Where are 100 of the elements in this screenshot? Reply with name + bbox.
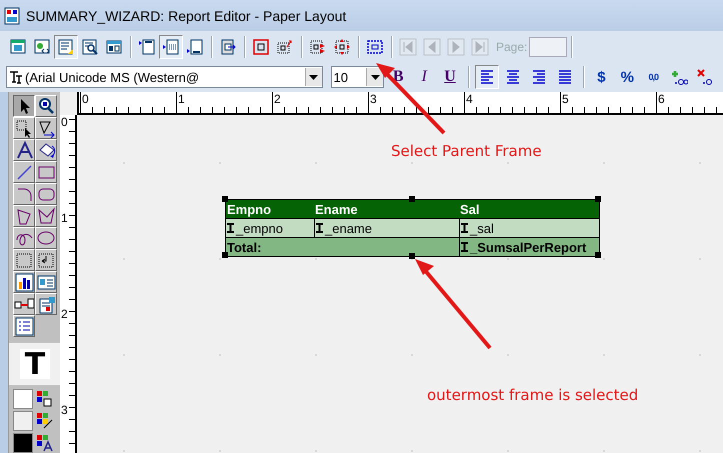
page-label: Page: bbox=[496, 40, 528, 54]
underline-button[interactable]: U bbox=[438, 65, 462, 89]
body-section-button[interactable] bbox=[159, 34, 183, 58]
pointer-tool[interactable] bbox=[13, 95, 35, 117]
dropdown-arrow-icon bbox=[309, 74, 318, 80]
column-heading[interactable]: Empno bbox=[226, 200, 314, 218]
selection-handle[interactable] bbox=[595, 196, 601, 202]
percent-button[interactable]: % bbox=[615, 65, 640, 89]
italic-button[interactable]: I bbox=[412, 65, 436, 89]
annotation-text: Select Parent Frame bbox=[391, 142, 542, 160]
data-field[interactable]: _empno bbox=[226, 219, 314, 237]
frame-select-icon bbox=[14, 118, 34, 138]
selection-handle[interactable] bbox=[222, 252, 228, 258]
text-sample: T bbox=[20, 349, 50, 379]
last-page-icon bbox=[471, 38, 489, 56]
font-icon bbox=[9, 70, 23, 84]
color-swatch[interactable] bbox=[13, 433, 33, 453]
field-name: _SumsalPerReport bbox=[470, 238, 586, 256]
polyline-tool[interactable] bbox=[35, 205, 57, 227]
selection-handle[interactable] bbox=[595, 252, 601, 258]
ruler-number: 0 bbox=[82, 92, 89, 106]
ruler-number: 2 bbox=[274, 92, 281, 106]
ruler-number: 5 bbox=[562, 92, 569, 106]
field-handle-icon bbox=[461, 223, 468, 233]
line-color-icon[interactable] bbox=[35, 411, 55, 431]
layout-button[interactable] bbox=[54, 34, 78, 58]
repeating-frame-tool[interactable] bbox=[13, 249, 35, 271]
chart-tool[interactable] bbox=[13, 271, 35, 293]
polyline-icon bbox=[36, 206, 56, 226]
confine-frame-icon bbox=[252, 38, 270, 56]
preview-icon bbox=[81, 38, 99, 56]
selection-handle[interactable] bbox=[222, 196, 228, 202]
previous-page-icon bbox=[423, 38, 441, 56]
font-dropdown[interactable]: (Arial Unicode MS (Western@ bbox=[6, 66, 322, 88]
link-tool[interactable] bbox=[13, 293, 35, 315]
add-decimal-icon bbox=[670, 68, 688, 86]
remove-decimal-icon bbox=[696, 68, 714, 86]
text-color-icon[interactable] bbox=[35, 433, 55, 453]
align-left-button[interactable] bbox=[474, 65, 499, 89]
comma-button[interactable]: 0,0 bbox=[641, 65, 666, 89]
arc-tool[interactable] bbox=[13, 183, 35, 205]
rectangle-tool[interactable] bbox=[35, 161, 57, 183]
field-name: _empno bbox=[236, 220, 283, 237]
field-tool[interactable] bbox=[35, 249, 57, 271]
report-frame[interactable]: Empno Ename Sal _empno _ename _sal Total: _SumsalPerReport bbox=[225, 199, 600, 257]
field-handle-icon bbox=[316, 223, 323, 233]
body-section-icon bbox=[162, 38, 180, 56]
web-page-icon bbox=[33, 38, 51, 56]
color-swatch[interactable] bbox=[13, 411, 33, 431]
color-swatch[interactable] bbox=[13, 389, 33, 409]
selection-handle[interactable] bbox=[409, 253, 415, 259]
window-title: SUMMARY_WIZARD: Report Editor - Paper Layout bbox=[26, 8, 346, 24]
text-tool-tool[interactable] bbox=[13, 139, 35, 161]
chart-icon bbox=[14, 272, 34, 292]
field-name: _sal bbox=[470, 220, 494, 237]
ruler-number: 4 bbox=[466, 92, 473, 106]
data-field[interactable]: _sal bbox=[459, 219, 599, 237]
magnify-tool[interactable] bbox=[35, 95, 57, 117]
currency-button[interactable]: $ bbox=[590, 65, 614, 89]
freehand-tool[interactable] bbox=[13, 227, 35, 249]
data-field[interactable]: _ename bbox=[314, 219, 459, 237]
report-block-icon bbox=[14, 316, 34, 336]
font-size-dropdown[interactable]: 10 bbox=[330, 66, 384, 88]
frame-select-tool[interactable] bbox=[13, 117, 35, 139]
move-frame-icon bbox=[333, 38, 351, 56]
field-name: _ename bbox=[325, 220, 372, 237]
column-heading[interactable]: Ename bbox=[314, 200, 459, 218]
report-block-tool[interactable] bbox=[13, 315, 35, 337]
ruler-number: 3 bbox=[370, 92, 377, 106]
line-tool[interactable] bbox=[13, 161, 35, 183]
ellipse-tool[interactable] bbox=[35, 227, 57, 249]
total-label: Total: bbox=[226, 238, 262, 256]
frame-expand-icon bbox=[219, 38, 237, 56]
polygon-tool[interactable] bbox=[13, 205, 35, 227]
annotation-text: outermost frame is selected bbox=[427, 386, 638, 404]
field-handle-icon bbox=[227, 223, 234, 233]
app-icon bbox=[4, 6, 20, 24]
column-heading[interactable]: Sal bbox=[459, 200, 599, 218]
rounded-rectangle-tool[interactable] bbox=[35, 183, 57, 205]
layout-icon bbox=[57, 38, 75, 56]
ruler-number: 2 bbox=[61, 307, 68, 321]
magnify-icon bbox=[36, 96, 56, 116]
ruler-number: 0 bbox=[61, 115, 68, 129]
bold-button[interactable]: B bbox=[386, 65, 410, 89]
selection-handle[interactable] bbox=[409, 196, 415, 202]
rotate-tool[interactable] bbox=[35, 139, 57, 161]
page-number-field[interactable] bbox=[529, 36, 568, 56]
text-tool-icon bbox=[14, 140, 34, 160]
field-handle-icon bbox=[461, 242, 468, 252]
reshape-tool[interactable] bbox=[35, 117, 57, 139]
ruler-number: 6 bbox=[658, 92, 665, 106]
flex-frame-icon bbox=[276, 38, 294, 56]
form-field-tool[interactable] bbox=[35, 271, 57, 293]
trailer-section-icon bbox=[186, 38, 204, 56]
file-link-tool[interactable] bbox=[35, 293, 57, 315]
ruler-number: 1 bbox=[61, 211, 68, 225]
parameter-form-icon bbox=[105, 38, 123, 56]
ruler-number: 1 bbox=[178, 92, 185, 106]
ruler-number: 3 bbox=[61, 403, 68, 417]
first-page-icon bbox=[399, 38, 417, 56]
